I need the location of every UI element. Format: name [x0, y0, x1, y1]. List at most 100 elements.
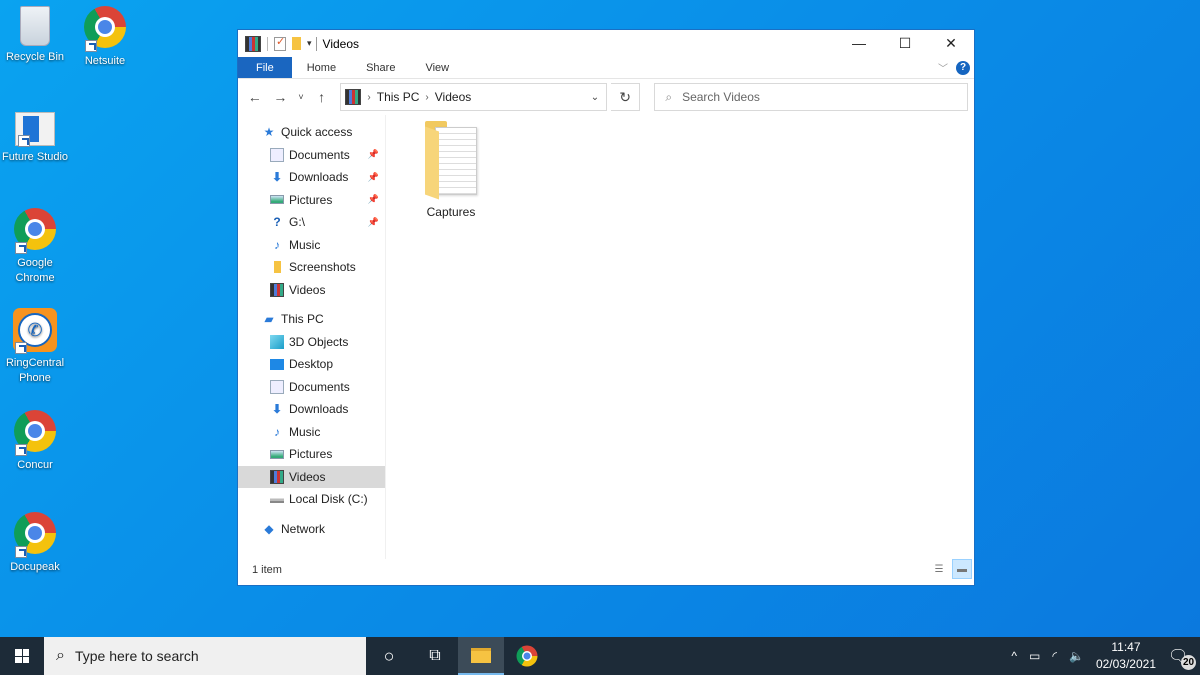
- shortcut-arrow-icon: [85, 40, 97, 52]
- search-input[interactable]: ⌕ Search Videos: [654, 83, 968, 111]
- refresh-button[interactable]: ↻: [610, 83, 641, 111]
- music-note-icon: ♪: [274, 237, 280, 252]
- status-bar: 1 item ☰ ▬: [238, 559, 974, 581]
- wifi-icon[interactable]: ◜: [1052, 649, 1057, 663]
- chrome-icon: [13, 512, 57, 558]
- pin-icon[interactable]: 📌: [368, 217, 379, 228]
- navigation-pane[interactable]: ★ Quick access Documents 📌 ⬇ Downloads 📌 Pic…: [238, 115, 386, 559]
- nav-downloads[interactable]: ⬇ Downloads: [238, 398, 385, 421]
- navigation-bar: ← → ˅ ↑ › This PC › Videos ⌄ ↻ ⌕ Search …: [238, 79, 974, 115]
- recent-locations-dropdown[interactable]: ˅: [295, 92, 307, 102]
- large-icons-view-button[interactable]: ▬: [952, 559, 972, 579]
- taskbar-search-box[interactable]: ⌕ Type here to search: [44, 637, 366, 675]
- tab-view[interactable]: View: [410, 57, 464, 78]
- file-list[interactable]: Captures: [386, 115, 974, 559]
- taskbar-chrome[interactable]: [504, 637, 550, 675]
- nav-music[interactable]: ♪ Music: [238, 421, 385, 444]
- tab-file[interactable]: File: [238, 57, 292, 78]
- volume-icon[interactable]: 🔈: [1069, 649, 1084, 663]
- tab-home[interactable]: Home: [292, 57, 351, 78]
- shortcut-arrow-icon: [18, 135, 30, 147]
- folder-name: Captures: [426, 205, 476, 219]
- desktop-icon-future-studio[interactable]: Future Studio: [0, 112, 70, 165]
- download-arrow-icon: ⬇: [271, 402, 283, 417]
- pin-icon[interactable]: 📌: [368, 172, 379, 183]
- address-dropdown[interactable]: ⌄: [584, 92, 606, 103]
- minimize-button[interactable]: —: [836, 35, 882, 52]
- nav-this-pc[interactable]: ▰ This PC: [238, 308, 385, 331]
- desktop-icon-ringcentral[interactable]: ✆ RingCentral Phone: [0, 308, 70, 386]
- nav-local-disk[interactable]: Local Disk (C:): [238, 488, 385, 511]
- recycle-bin-icon: [20, 6, 50, 46]
- pin-icon[interactable]: 📌: [368, 194, 379, 205]
- nav-qa-documents[interactable]: Documents 📌: [238, 144, 385, 167]
- forward-button[interactable]: →: [270, 89, 292, 105]
- nav-documents[interactable]: Documents: [238, 376, 385, 399]
- chrome-icon: [83, 6, 127, 52]
- breadcrumb-this-pc[interactable]: This PC: [377, 90, 420, 104]
- nav-network[interactable]: ◆ Network: [238, 518, 385, 541]
- close-button[interactable]: ✕: [928, 35, 974, 52]
- nav-qa-downloads[interactable]: ⬇ Downloads 📌: [238, 166, 385, 189]
- back-button[interactable]: ←: [244, 89, 266, 105]
- documents-icon: [270, 147, 284, 162]
- 3d-objects-icon: [270, 334, 284, 349]
- shortcut-arrow-icon: [15, 242, 27, 254]
- desktop-icon-google-chrome[interactable]: Google Chrome: [0, 208, 70, 286]
- chrome-icon: [516, 645, 538, 667]
- clock-date: 02/03/2021: [1095, 657, 1156, 671]
- nav-videos[interactable]: Videos: [238, 465, 385, 488]
- new-folder-icon[interactable]: [292, 37, 301, 50]
- details-view-button[interactable]: ☰: [929, 559, 949, 579]
- desktop-icon-recycle-bin[interactable]: Recycle Bin: [0, 6, 70, 65]
- breadcrumb-videos[interactable]: Videos: [435, 90, 471, 104]
- windows-logo-icon: [15, 649, 29, 663]
- nav-qa-videos[interactable]: Videos: [238, 279, 385, 302]
- show-hidden-icons-button[interactable]: ^: [1011, 649, 1017, 663]
- videos-icon: [270, 469, 284, 484]
- action-center-button[interactable]: 🗨 20: [1168, 646, 1196, 670]
- nav-desktop[interactable]: Desktop: [238, 353, 385, 376]
- desktop-icon-label: Google Chrome: [15, 257, 55, 284]
- app-window-icon: [15, 112, 55, 147]
- nav-qa-g-drive[interactable]: ? G:\ 📌: [238, 211, 385, 234]
- expand-ribbon-icon[interactable]: ﹀: [938, 60, 948, 75]
- task-view-button[interactable]: ⧉: [412, 637, 458, 675]
- desktop-icon-label: Recycle Bin: [5, 51, 65, 63]
- title-bar: ▾ Videos — ☐ ✕: [238, 30, 974, 57]
- customize-toolbar-dropdown[interactable]: ▾: [307, 38, 312, 49]
- tab-share[interactable]: Share: [351, 57, 410, 78]
- desktop-icon-docupeak[interactable]: Docupeak: [0, 512, 70, 575]
- taskbar-file-explorer[interactable]: [458, 637, 504, 675]
- desktop-icon-label: Netsuite: [84, 55, 126, 67]
- chrome-icon: [13, 208, 57, 254]
- pin-icon[interactable]: 📌: [368, 149, 379, 160]
- chevron-right-icon[interactable]: ›: [367, 92, 370, 103]
- up-button[interactable]: ↑: [311, 89, 333, 105]
- nav-3d-objects[interactable]: 3D Objects: [238, 331, 385, 354]
- quick-access-toolbar: ▾: [238, 35, 312, 52]
- nav-pictures[interactable]: Pictures: [238, 443, 385, 466]
- nav-qa-screenshots[interactable]: Screenshots: [238, 256, 385, 279]
- maximize-button[interactable]: ☐: [882, 35, 928, 52]
- desktop-icon-netsuite[interactable]: Netsuite: [70, 6, 140, 69]
- help-icon[interactable]: ?: [956, 60, 970, 75]
- desktop-icon-concur[interactable]: Concur: [0, 410, 70, 473]
- cortana-button[interactable]: ○: [366, 637, 412, 675]
- download-arrow-icon: ⬇: [271, 170, 283, 185]
- folder-item[interactable]: Captures: [416, 121, 486, 219]
- file-explorer-icon: [471, 647, 491, 663]
- videos-folder-icon: [345, 89, 362, 105]
- address-bar[interactable]: › This PC › Videos ⌄: [340, 83, 607, 111]
- start-button[interactable]: [0, 649, 44, 663]
- battery-icon[interactable]: ▭: [1029, 649, 1040, 663]
- nav-qa-pictures[interactable]: Pictures 📌: [238, 189, 385, 212]
- nav-qa-music[interactable]: ♪ Music: [238, 234, 385, 257]
- nav-quick-access[interactable]: ★ Quick access: [238, 121, 385, 144]
- chrome-icon: [13, 410, 57, 456]
- chevron-right-icon[interactable]: ›: [425, 92, 428, 103]
- shortcut-arrow-icon: [15, 444, 27, 456]
- properties-icon[interactable]: [274, 35, 286, 51]
- clock[interactable]: 11:47 02/03/2021: [1096, 639, 1156, 673]
- window-title: Videos: [315, 36, 359, 51]
